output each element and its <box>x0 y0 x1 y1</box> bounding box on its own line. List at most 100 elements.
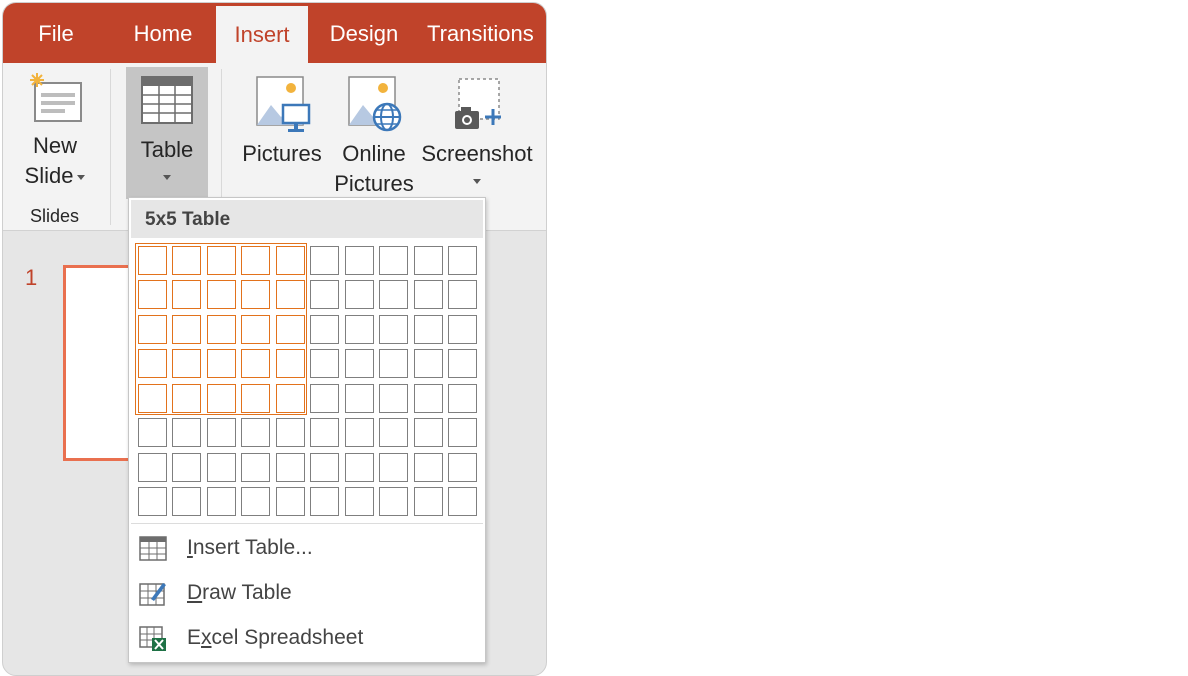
new-slide-icon <box>30 73 82 122</box>
table-grid-cell[interactable] <box>413 245 443 275</box>
table-grid-cell[interactable] <box>206 280 236 309</box>
table-grid-cell[interactable] <box>241 452 270 482</box>
table-grid-cell[interactable] <box>310 349 339 378</box>
table-grid-cell[interactable] <box>448 452 477 482</box>
table-grid-cell[interactable] <box>448 314 477 344</box>
table-grid-cell[interactable] <box>413 418 443 447</box>
table-grid-cell[interactable] <box>206 452 236 482</box>
draw-table-menu-item[interactable]: Draw Table <box>129 573 485 613</box>
table-grid-cell[interactable] <box>379 452 408 482</box>
excel-spreadsheet-label: Excel Spreadsheet <box>187 626 363 650</box>
table-grid-cell[interactable] <box>172 349 201 378</box>
new-slide-button[interactable]: New Slide <box>11 71 99 191</box>
tab-file[interactable]: File <box>17 3 95 63</box>
table-grid-cell[interactable] <box>448 245 477 275</box>
table-grid-cell[interactable] <box>310 452 339 482</box>
table-grid-cell[interactable] <box>344 245 374 275</box>
table-grid-cell[interactable] <box>413 280 443 309</box>
table-grid-cell[interactable] <box>310 314 339 344</box>
table-grid-cell[interactable] <box>206 383 236 413</box>
table-grid-cell[interactable] <box>344 452 374 482</box>
table-grid-cell[interactable] <box>137 280 167 309</box>
table-grid-cell[interactable] <box>379 349 408 378</box>
table-grid-cell[interactable] <box>448 280 477 309</box>
table-grid-cell[interactable] <box>310 280 339 309</box>
table-grid-cell[interactable] <box>172 314 201 344</box>
table-grid-cell[interactable] <box>310 245 339 275</box>
tab-design[interactable]: Design <box>317 3 411 63</box>
table-grid-cell[interactable] <box>344 383 374 413</box>
table-grid-cell[interactable] <box>275 383 305 413</box>
table-grid-cell[interactable] <box>413 383 443 413</box>
table-grid-cell[interactable] <box>379 487 408 516</box>
table-grid-cell[interactable] <box>310 383 339 413</box>
table-grid-cell[interactable] <box>206 314 236 344</box>
table-grid-cell[interactable] <box>448 349 477 378</box>
insert-table-icon <box>139 536 167 561</box>
table-grid-cell[interactable] <box>413 452 443 482</box>
table-grid-cell[interactable] <box>379 314 408 344</box>
table-grid-cell[interactable] <box>206 487 236 516</box>
excel-spreadsheet-menu-item[interactable]: Excel Spreadsheet <box>129 618 485 658</box>
table-button[interactable]: Table <box>126 75 208 187</box>
table-grid-cell[interactable] <box>241 245 270 275</box>
table-grid-cell[interactable] <box>241 418 270 447</box>
table-grid-cell[interactable] <box>413 487 443 516</box>
table-grid-cell[interactable] <box>344 314 374 344</box>
tab-transitions[interactable]: Transitions <box>427 3 546 63</box>
table-grid-cell[interactable] <box>379 383 408 413</box>
online-pictures-button[interactable]: Online Pictures <box>331 75 417 199</box>
table-grid-cell[interactable] <box>172 280 201 309</box>
table-grid-cell[interactable] <box>275 349 305 378</box>
table-grid-cell[interactable] <box>448 487 477 516</box>
new-slide-label-line1: New <box>32 133 77 158</box>
table-grid-cell[interactable] <box>172 487 201 516</box>
table-grid-cell[interactable] <box>275 418 305 447</box>
insert-table-menu-item[interactable]: Insert Table... <box>129 528 485 568</box>
table-grid-cell[interactable] <box>344 280 374 309</box>
table-grid-cell[interactable] <box>310 487 339 516</box>
table-grid-cell[interactable] <box>379 280 408 309</box>
table-grid-cell[interactable] <box>241 383 270 413</box>
table-grid-cell[interactable] <box>137 487 167 516</box>
insert-table-label-post: nsert Table... <box>192 536 313 559</box>
table-grid-cell[interactable] <box>137 349 167 378</box>
table-grid-cell[interactable] <box>137 452 167 482</box>
table-grid-cell[interactable] <box>137 383 167 413</box>
table-grid-cell[interactable] <box>448 418 477 447</box>
table-grid-cell[interactable] <box>241 280 270 309</box>
draw-table-label-post: raw Table <box>202 581 292 604</box>
table-grid-cell[interactable] <box>137 245 167 275</box>
table-grid-cell[interactable] <box>206 349 236 378</box>
table-grid-cell[interactable] <box>275 245 305 275</box>
table-grid-cell[interactable] <box>275 487 305 516</box>
table-grid-cell[interactable] <box>172 383 201 413</box>
table-grid-cell[interactable] <box>241 349 270 378</box>
table-grid-cell[interactable] <box>379 418 408 447</box>
table-grid-cell[interactable] <box>379 245 408 275</box>
table-grid-cell[interactable] <box>241 314 270 344</box>
table-grid-cell[interactable] <box>206 418 236 447</box>
table-grid-cell[interactable] <box>172 418 201 447</box>
table-grid-cell[interactable] <box>344 418 374 447</box>
table-grid-cell[interactable] <box>344 487 374 516</box>
pictures-button[interactable]: Pictures <box>239 75 325 169</box>
screenshot-button[interactable]: Screenshot <box>421 75 533 191</box>
table-grid-cell[interactable] <box>241 487 270 516</box>
table-grid-cell[interactable] <box>137 314 167 344</box>
table-grid-cell[interactable] <box>275 452 305 482</box>
table-grid-cell[interactable] <box>413 314 443 344</box>
table-grid-cell[interactable] <box>172 245 201 275</box>
table-grid-cell[interactable] <box>206 245 236 275</box>
table-grid-cell[interactable] <box>310 418 339 447</box>
table-grid-cell[interactable] <box>344 349 374 378</box>
table-grid-cell[interactable] <box>275 280 305 309</box>
table-grid-cell[interactable] <box>137 418 167 447</box>
table-grid-cell[interactable] <box>172 452 201 482</box>
table-grid-cell[interactable] <box>413 349 443 378</box>
tab-home[interactable]: Home <box>119 3 207 63</box>
table-grid-cell[interactable] <box>275 314 305 344</box>
tab-insert[interactable]: Insert <box>216 6 308 63</box>
table-grid-cell[interactable] <box>448 383 477 413</box>
slides-group-label: Slides <box>30 206 80 226</box>
